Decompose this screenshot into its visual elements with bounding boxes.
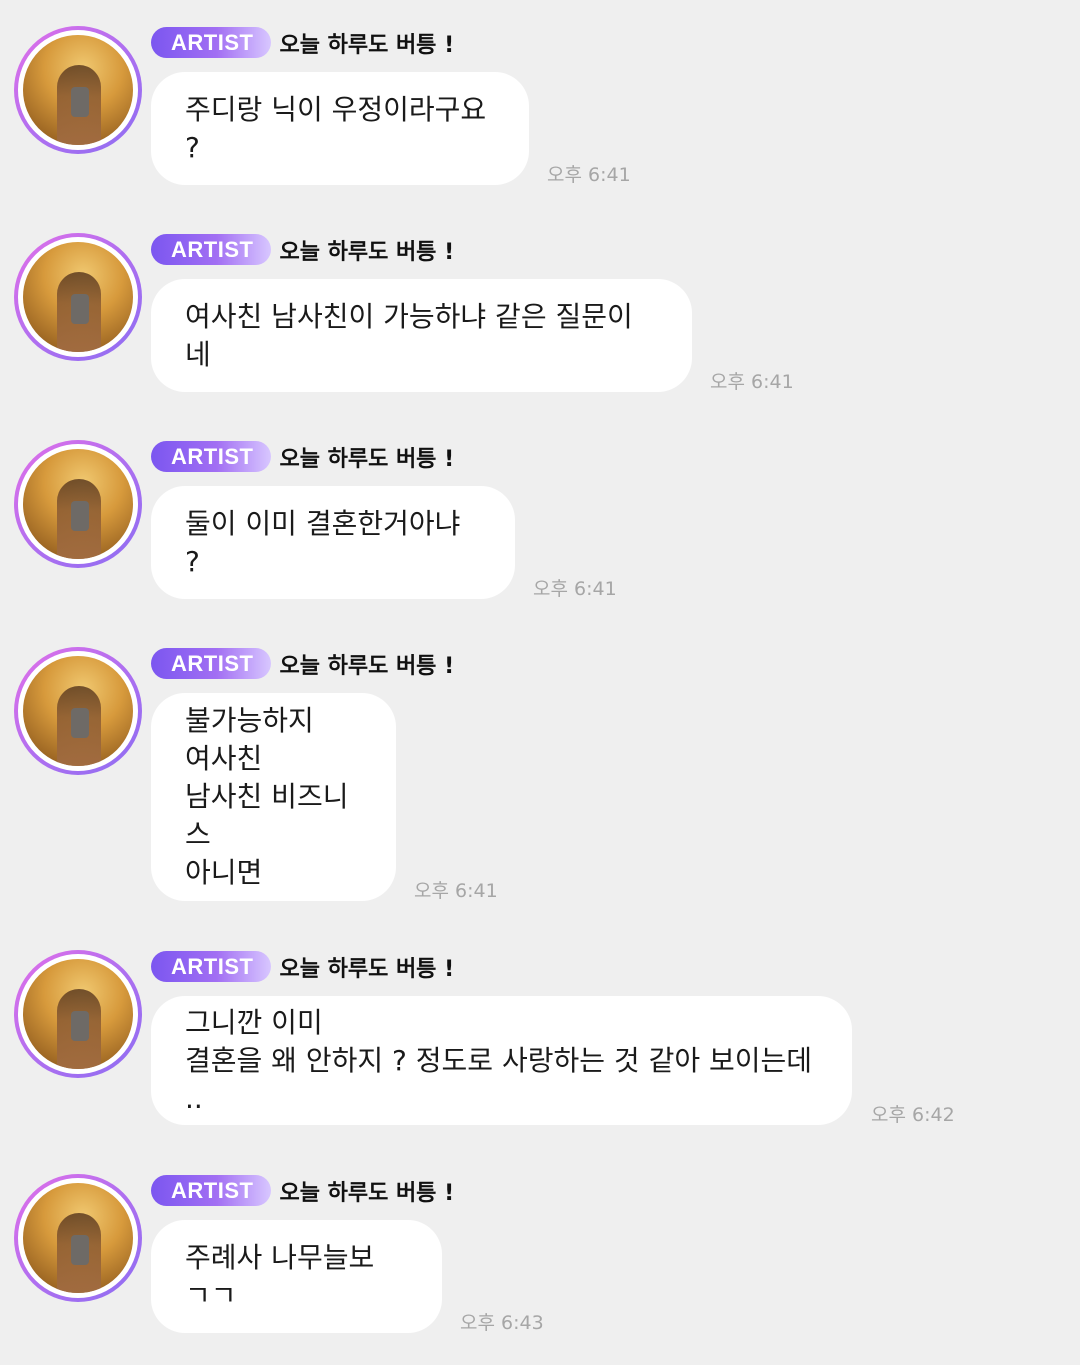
message-bubble[interactable]: 주디랑 닉이 우정이라구요 ? <box>151 72 529 185</box>
artist-badge: ARTIST <box>151 951 272 982</box>
sender-row: ARTIST 오늘 하루도 버틍 ! <box>151 234 454 265</box>
chat-message: ARTIST 오늘 하루도 버틍 ! 주디랑 닉이 우정이라구요 ? 오후 6:… <box>0 0 1080 200</box>
message-bubble[interactable]: 둘이 이미 결혼한거아냐 ? <box>151 486 515 599</box>
sender-row: ARTIST 오늘 하루도 버틍 ! <box>151 27 454 58</box>
sender-row: ARTIST 오늘 하루도 버틍 ! <box>151 1175 454 1206</box>
sender-nickname[interactable]: 오늘 하루도 버틍 ! <box>279 27 454 59</box>
avatar-photo-icon <box>23 959 133 1069</box>
message-time: 오후 6:41 <box>547 164 631 186</box>
avatar-photo-icon <box>23 35 133 145</box>
sender-row: ARTIST 오늘 하루도 버틍 ! <box>151 648 454 679</box>
message-text: 주례사 나무늘보 ㄱㄱ <box>185 1240 375 1312</box>
message-time: 오후 6:42 <box>871 1104 955 1126</box>
message-text: 둘이 이미 결혼한거아냐 ? <box>185 506 461 578</box>
chat-message: ARTIST 오늘 하루도 버틍 ! 둘이 이미 결혼한거아냐 ? 오후 6:4… <box>0 414 1080 614</box>
artist-avatar[interactable] <box>14 647 142 775</box>
sender-row: ARTIST 오늘 하루도 버틍 ! <box>151 441 454 472</box>
artist-avatar[interactable] <box>14 26 142 154</box>
artist-badge: ARTIST <box>151 1175 272 1206</box>
message-bubble[interactable]: 주례사 나무늘보 ㄱㄱ <box>151 1220 442 1333</box>
message-text: 주디랑 닉이 우정이라구요 ? <box>185 92 487 164</box>
chat-message: ARTIST 오늘 하루도 버틍 ! 그니깐 이미 결혼을 왜 안하지 ? 정도… <box>0 924 1080 1144</box>
artist-avatar[interactable] <box>14 440 142 568</box>
message-bubble[interactable]: 그니깐 이미 결혼을 왜 안하지 ? 정도로 사랑하는 것 같아 보이는데 .. <box>151 996 852 1125</box>
message-bubble[interactable]: 불가능하지 여사친 남사친 비즈니스 아니면 <box>151 693 396 901</box>
chat-message: ARTIST 오늘 하루도 버틍 ! 여사친 남사친이 가능하냐 같은 질문이네… <box>0 207 1080 407</box>
artist-badge: ARTIST <box>151 27 272 58</box>
avatar-photo-icon <box>23 242 133 352</box>
sender-row: ARTIST 오늘 하루도 버틍 ! <box>151 951 454 982</box>
message-time: 오후 6:41 <box>710 371 794 393</box>
message-bubble[interactable]: 여사친 남사친이 가능하냐 같은 질문이네 <box>151 279 692 392</box>
message-text: 그니깐 이미 결혼을 왜 안하지 ? 정도로 사랑하는 것 같아 보이는데 .. <box>185 1005 813 1115</box>
artist-avatar[interactable] <box>14 1174 142 1302</box>
avatar-photo-icon <box>23 1183 133 1293</box>
artist-badge: ARTIST <box>151 648 272 679</box>
avatar-photo-icon <box>23 656 133 766</box>
chat-message: ARTIST 오늘 하루도 버틍 ! 주례사 나무늘보 ㄱㄱ 오후 6:43 <box>0 1148 1080 1358</box>
chat-message: ARTIST 오늘 하루도 버틍 ! 불가능하지 여사친 남사친 비즈니스 아니… <box>0 621 1080 911</box>
message-text: 여사친 남사친이 가능하냐 같은 질문이네 <box>185 299 633 371</box>
artist-badge: ARTIST <box>151 441 272 472</box>
artist-avatar[interactable] <box>14 950 142 1078</box>
message-time: 오후 6:43 <box>460 1312 544 1334</box>
chat-thread: ARTIST 오늘 하루도 버틍 ! 주디랑 닉이 우정이라구요 ? 오후 6:… <box>0 0 1080 1365</box>
artist-avatar[interactable] <box>14 233 142 361</box>
sender-nickname[interactable]: 오늘 하루도 버틍 ! <box>279 441 454 473</box>
avatar-photo-icon <box>23 449 133 559</box>
message-text: 불가능하지 여사친 남사친 비즈니스 아니면 <box>185 704 349 889</box>
sender-nickname[interactable]: 오늘 하루도 버틍 ! <box>279 234 454 266</box>
artist-badge: ARTIST <box>151 234 272 265</box>
message-time: 오후 6:41 <box>414 880 498 902</box>
sender-nickname[interactable]: 오늘 하루도 버틍 ! <box>279 951 454 983</box>
sender-nickname[interactable]: 오늘 하루도 버틍 ! <box>279 1175 454 1207</box>
message-time: 오후 6:41 <box>533 578 617 600</box>
sender-nickname[interactable]: 오늘 하루도 버틍 ! <box>279 648 454 680</box>
